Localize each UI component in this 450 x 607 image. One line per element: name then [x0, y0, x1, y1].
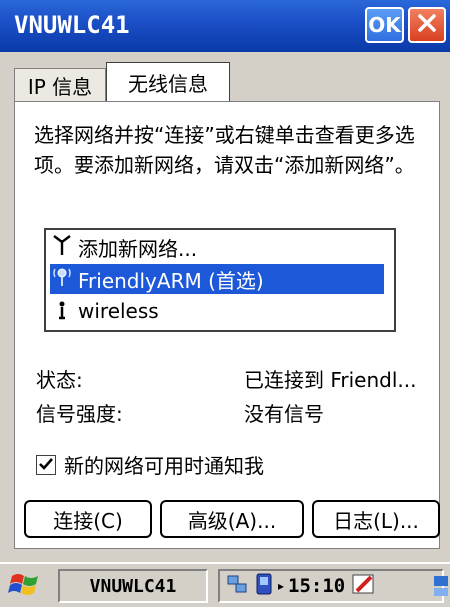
window-title: VNUWLC41	[14, 11, 130, 39]
close-button[interactable]	[408, 7, 446, 43]
signal-strength-value: 没有信号	[244, 402, 324, 426]
clock[interactable]: 15:10	[288, 575, 345, 597]
list-item-label: wireless	[78, 299, 159, 323]
wifi-signal-icon	[50, 266, 74, 293]
tray-expand-icon[interactable]: ▸	[278, 579, 284, 593]
start-button[interactable]	[8, 570, 48, 602]
tab-wireless-info[interactable]: 无线信息	[106, 62, 230, 102]
ok-button[interactable]: OK	[365, 7, 404, 43]
antenna-icon	[50, 234, 74, 261]
system-tray: ▸ 15:10	[218, 569, 444, 603]
tab-ip-info[interactable]: IP 信息	[14, 68, 106, 101]
advanced-button[interactable]: 高级(A)...	[160, 500, 304, 538]
notify-label: 新的网络可用时通知我	[64, 454, 264, 478]
wireless-tower-icon	[50, 298, 74, 325]
status-value: 已连接到 Friendl...	[244, 368, 417, 392]
list-item-label: FriendlyARM (首选)	[78, 268, 264, 293]
list-item-add-network[interactable]: 添加新网络...	[50, 232, 197, 262]
list-item-friendlyarm[interactable]: FriendlyARM (首选)	[50, 264, 384, 294]
close-icon	[416, 12, 438, 38]
network-tray-icon[interactable]	[226, 572, 250, 600]
connect-button[interactable]: 连接(C)	[24, 500, 152, 538]
title-bar: VNUWLC41 OK	[0, 0, 450, 52]
checkmark-icon	[38, 453, 54, 477]
list-item-wireless[interactable]: wireless	[50, 296, 159, 326]
status-label: 状态:	[36, 368, 83, 392]
desktop-icon[interactable]	[432, 572, 450, 602]
device-tray-icon[interactable]	[254, 572, 274, 600]
windows-flag-icon	[8, 574, 44, 604]
signal-strength-label: 信号强度:	[36, 402, 123, 426]
notify-checkbox[interactable]	[36, 453, 56, 477]
taskbar-window-button[interactable]: VNUWLC41	[58, 569, 208, 603]
list-item-label: 添加新网络...	[78, 236, 198, 261]
instructions-text: 选择网络并按“连接”或右键单击查看更多选项。要添加新网络，请双击“添加新网络”。	[34, 123, 415, 177]
input-panel-icon[interactable]	[351, 571, 377, 601]
log-button[interactable]: 日志(L)...	[312, 500, 440, 538]
network-list[interactable]: 添加新网络... FriendlyARM (首选) wireless	[44, 228, 396, 332]
notify-option[interactable]: 新的网络可用时通知我	[36, 450, 264, 479]
taskbar: VNUWLC41 ▸ 15:10	[0, 562, 450, 607]
